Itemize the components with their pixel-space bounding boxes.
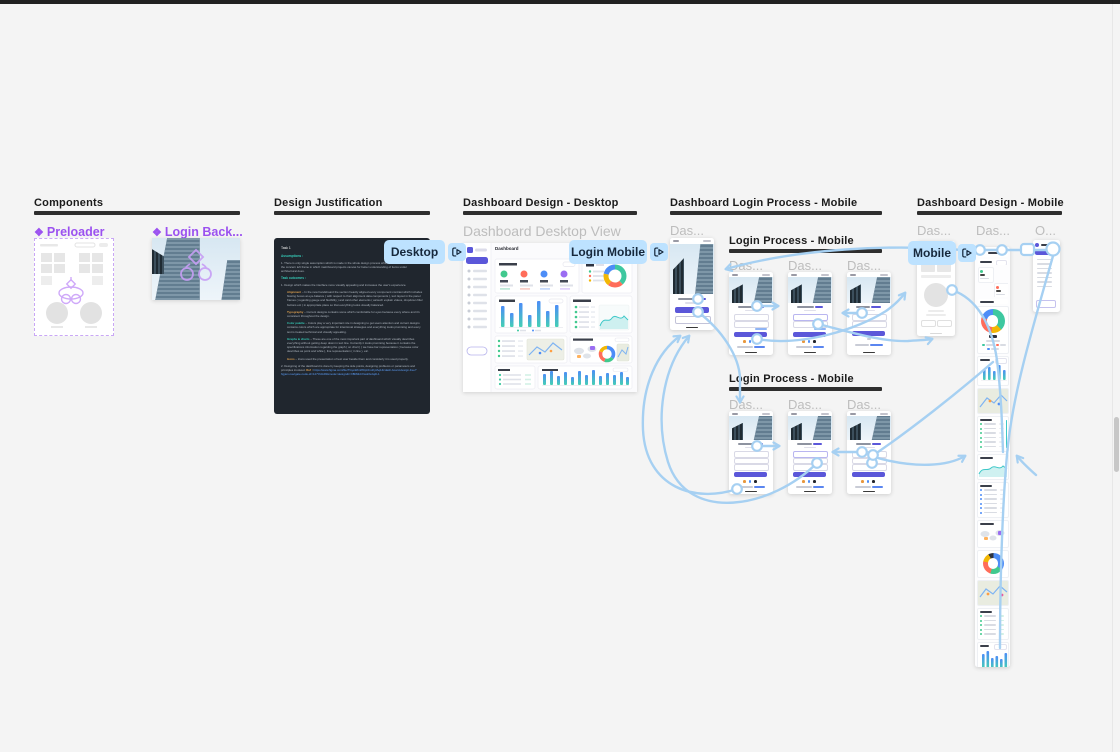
frame-label-desktop-view[interactable]: Dashboard Desktop View xyxy=(463,223,621,239)
doc-heading: Task outcomes : xyxy=(281,276,306,281)
section-title-design-justification[interactable]: Design Justification xyxy=(274,197,383,209)
flow-start-icon[interactable] xyxy=(650,243,668,261)
section-underline xyxy=(917,211,1062,215)
mobile-menu-frame[interactable] xyxy=(1033,240,1060,312)
preloader-component-frame[interactable] xyxy=(34,238,114,336)
frame-label-das[interactable]: Das... xyxy=(670,223,704,238)
logout-button xyxy=(1036,300,1056,308)
frame-label-preloader[interactable]: ❖ Preloader xyxy=(34,225,105,239)
mobile-login-frame[interactable] xyxy=(847,272,891,355)
subsection-title-login-2[interactable]: Login Process - Mobile xyxy=(729,373,854,385)
login-button xyxy=(852,331,885,336)
login-background-component-frame[interactable] xyxy=(152,238,240,300)
section-underline xyxy=(670,211,882,215)
mobile-login-frame[interactable] xyxy=(729,272,773,355)
mobile-signup-frame[interactable] xyxy=(788,411,832,494)
window-top-edge xyxy=(0,0,1120,4)
mini-dashboard-art xyxy=(463,243,633,392)
mobile-login-frame[interactable] xyxy=(788,272,832,355)
preloader-skeleton xyxy=(40,242,108,328)
frame-label-das[interactable]: Das... xyxy=(976,223,1010,238)
login-button xyxy=(793,332,826,337)
flow-badge-desktop[interactable]: Desktop xyxy=(384,240,445,264)
frame-label-overlay[interactable]: O... xyxy=(1035,223,1056,238)
mobile-login-frame[interactable] xyxy=(670,238,714,330)
frame-label-das[interactable]: Das... xyxy=(729,397,763,412)
signup-button xyxy=(793,472,826,477)
frame-label-das[interactable]: Das... xyxy=(729,258,763,273)
signup-button xyxy=(675,316,711,324)
mini-dashboard-title: Dashboard xyxy=(495,246,519,251)
menu-item-active xyxy=(1035,250,1057,255)
preloader-glyph xyxy=(58,277,84,305)
doc-bullet: Graphs & charts – These are one of the m… xyxy=(287,336,419,354)
mobile-signup-frame[interactable] xyxy=(847,411,891,494)
frame-label-das[interactable]: Das... xyxy=(847,397,881,412)
frame-label-das[interactable]: Das... xyxy=(847,258,881,273)
flow-start-icon[interactable] xyxy=(958,244,976,262)
flow-start-icon[interactable] xyxy=(448,243,466,261)
subsection-title-login-1[interactable]: Login Process - Mobile xyxy=(729,235,854,247)
login-button xyxy=(675,307,709,313)
frame-label-das[interactable]: Das... xyxy=(788,258,822,273)
section-title-components[interactable]: Components xyxy=(34,197,103,209)
design-justification-doc[interactable]: Task 1 Assumptions : 1. There is only si… xyxy=(274,238,430,414)
doc-bullet: Color palette – Colors play a very impor… xyxy=(287,321,421,334)
doc-bullet: Alignment – In the new handsboard the se… xyxy=(287,290,423,307)
flow-badge-login-mobile[interactable]: Login Mobile xyxy=(569,240,647,264)
doc-footer: 2. Designing of the dashboard is done by… xyxy=(281,363,417,377)
signup-button xyxy=(852,472,885,477)
section-underline xyxy=(729,249,882,253)
frame-label-login-back[interactable]: ❖ Login Back... xyxy=(152,225,243,239)
panel-edge xyxy=(1112,0,1113,752)
login-button xyxy=(734,332,767,337)
signup-button xyxy=(734,472,767,477)
section-underline xyxy=(274,211,430,215)
section-underline xyxy=(729,387,882,391)
frame-label-das[interactable]: Das... xyxy=(917,223,951,238)
building-photo xyxy=(670,244,714,294)
mobile-dashboard-frame[interactable] xyxy=(975,247,1010,667)
component-overlay-glyph xyxy=(180,248,212,281)
section-title-dashboard-desktop[interactable]: Dashboard Design - Desktop xyxy=(463,197,619,209)
doc-bullet: Icons – Icons used the presentation of t… xyxy=(287,356,409,361)
canvas-scrollbar[interactable] xyxy=(1114,417,1119,472)
section-underline xyxy=(34,211,240,215)
frame-label-das[interactable]: Das... xyxy=(788,397,822,412)
doc-bullet: Typography – Current designs contains so… xyxy=(287,309,420,319)
section-title-dashboard-mobile[interactable]: Dashboard Design - Mobile xyxy=(917,197,1064,209)
section-title-login-process[interactable]: Dashboard Login Process - Mobile xyxy=(670,197,857,209)
section-underline xyxy=(463,211,637,215)
doc-paragraph: 1. Design which makes the interface more… xyxy=(281,282,407,287)
flow-badge-mobile[interactable]: Mobile xyxy=(908,241,956,265)
dashboard-desktop-frame[interactable]: Dashboard xyxy=(463,243,637,392)
mobile-signup-frame[interactable] xyxy=(729,411,773,494)
